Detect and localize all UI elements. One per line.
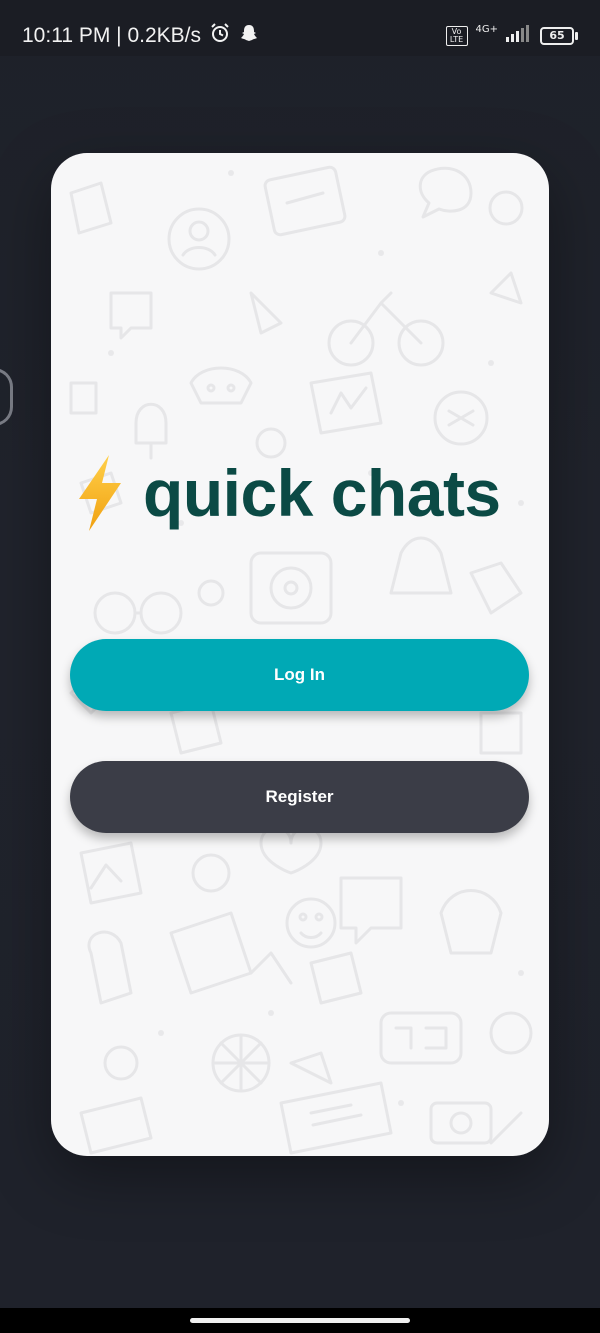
status-time-speed: 10:11 PM | 0.2KB/s	[22, 24, 201, 47]
status-left: 10:11 PM | 0.2KB/s	[22, 22, 259, 50]
app-brand: quick chats	[75, 453, 501, 533]
navigation-bar	[0, 1308, 600, 1333]
status-right: Vo LTE 4G+ 65	[445, 24, 578, 47]
battery-indicator: 65	[540, 26, 578, 45]
signal-icon	[506, 24, 532, 47]
alarm-icon	[209, 22, 231, 50]
network-type: 4G+	[475, 24, 499, 35]
login-button[interactable]: Log In	[70, 639, 529, 711]
volte-indicator: Vo LTE	[445, 25, 468, 46]
app-screen: 10:11 PM | 0.2KB/s Vo LTE 4G+ 65 quick c…	[0, 0, 600, 1333]
snapchat-icon	[239, 23, 259, 49]
status-bar: 10:11 PM | 0.2KB/s Vo LTE 4G+ 65	[0, 0, 600, 56]
app-title: quick chats	[143, 456, 501, 530]
edge-swipe-handle[interactable]	[0, 368, 13, 426]
welcome-card: quick chats Log In Register	[51, 153, 549, 1156]
home-gesture-bar[interactable]	[190, 1318, 410, 1323]
lightning-bolt-icon	[75, 453, 123, 533]
register-button[interactable]: Register	[70, 761, 529, 833]
